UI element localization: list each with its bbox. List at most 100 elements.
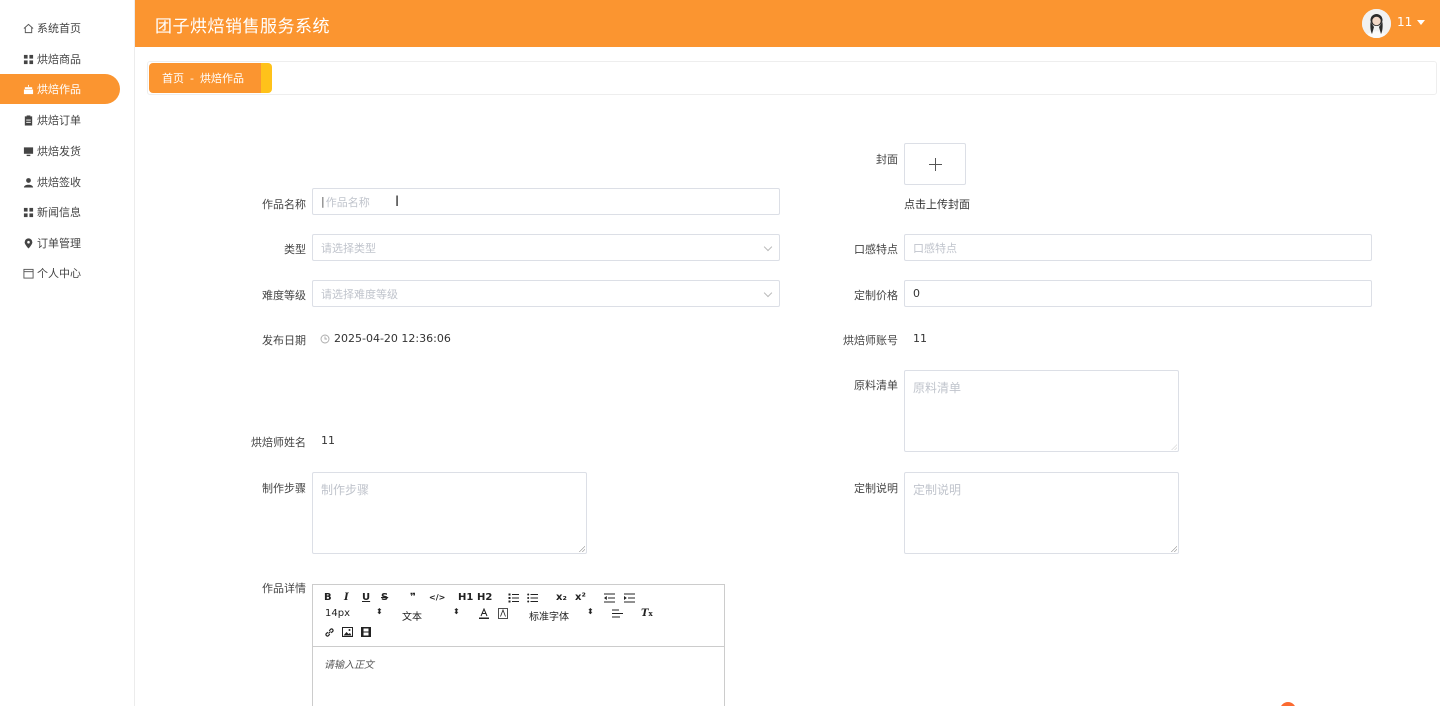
bold-button[interactable]: B: [324, 592, 332, 603]
ordered-list-icon[interactable]: [508, 593, 519, 603]
chevron-down-icon: [763, 288, 773, 298]
sidebar-item-label: 烘焙发货: [37, 145, 81, 158]
baker-name-value: 11: [321, 434, 335, 447]
chevron-updown-icon: ⬍: [376, 607, 383, 616]
resize-handle[interactable]: [1171, 546, 1177, 552]
resize-handle[interactable]: [1171, 444, 1177, 450]
cover-upload-hint[interactable]: 点击上传封面: [904, 196, 970, 212]
image-icon[interactable]: [342, 627, 353, 637]
subscript-button[interactable]: x₂: [556, 592, 567, 603]
cover-label: 封面: [876, 153, 898, 166]
publish-date-value: 2025-04-20 12:36:06: [320, 332, 451, 345]
cake-icon: [23, 84, 34, 94]
italic-button[interactable]: I: [344, 592, 349, 603]
sidebar-item-label: 新闻信息: [37, 206, 81, 219]
custom-note-textarea[interactable]: 定制说明: [904, 472, 1179, 554]
code-button[interactable]: </>: [429, 593, 445, 602]
grid-icon: [23, 54, 34, 64]
sidebar-item-label: 烘焙作品: [37, 83, 81, 96]
price-input[interactable]: 0: [904, 280, 1372, 307]
sidebar-item-home[interactable]: 系统首页: [0, 13, 120, 43]
sidebar-item-order-management[interactable]: 订单管理: [0, 228, 120, 258]
difficulty-select[interactable]: 请选择难度等级: [312, 280, 780, 307]
editor-content[interactable]: 请输入正文: [313, 647, 724, 680]
chevron-updown-icon: ⬍: [453, 607, 460, 616]
price-label: 定制价格: [854, 289, 898, 302]
sidebar-item-label: 烘焙订单: [37, 114, 81, 127]
superscript-button[interactable]: x²: [575, 592, 586, 603]
sidebar-item-bakery-receipt[interactable]: 烘焙签收: [0, 167, 120, 197]
breadcrumb-home[interactable]: 首页: [162, 70, 184, 86]
sidebar-item-bakery-works[interactable]: 烘焙作品: [0, 74, 120, 104]
block-type-select[interactable]: 文本: [402, 608, 422, 623]
text-cursor: |: [321, 195, 325, 208]
avatar[interactable]: [1362, 9, 1391, 38]
sidebar-item-bakery-shipping[interactable]: 烘焙发货: [0, 136, 120, 166]
breadcrumb-bar: 首页 - 烘焙作品: [147, 61, 1437, 95]
text-color-icon[interactable]: [479, 608, 489, 619]
sidebar-item-label: 烘焙商品: [37, 53, 81, 66]
ingredients-label: 原料清单: [854, 379, 898, 392]
i-beam-cursor-icon: I: [395, 194, 400, 210]
ingredients-textarea[interactable]: 原料清单: [904, 370, 1179, 452]
publish-date-label: 发布日期: [262, 334, 306, 347]
home-icon: [23, 23, 34, 33]
taste-input[interactable]: 口感特点: [904, 234, 1372, 261]
h1-button[interactable]: H1: [458, 592, 473, 603]
sidebar-item-label: 烘焙签收: [37, 176, 81, 189]
resize-handle[interactable]: [579, 546, 585, 552]
steps-label: 制作步骤: [262, 482, 306, 495]
underline-button[interactable]: U: [362, 592, 370, 603]
floating-action-button[interactable]: [1280, 702, 1296, 706]
monitor-icon: [23, 146, 34, 156]
sidebar-item-news[interactable]: 新闻信息: [0, 197, 120, 227]
type-select[interactable]: 请选择类型: [312, 234, 780, 261]
strike-button[interactable]: S: [381, 592, 388, 603]
app-title: 团子烘焙销售服务系统: [155, 17, 330, 37]
cover-upload[interactable]: [904, 143, 966, 185]
font-family-select[interactable]: 标准字体: [529, 608, 569, 623]
baker-account-label: 烘焙师账号: [843, 334, 898, 347]
sidebar-item-label: 系统首页: [37, 22, 81, 35]
custom-note-label: 定制说明: [854, 482, 898, 495]
clock-icon: [320, 334, 330, 343]
font-size-select[interactable]: 14px: [325, 608, 350, 619]
taste-label: 口感特点: [854, 243, 898, 256]
grid-icon: [23, 207, 34, 217]
breadcrumb: 首页 - 烘焙作品: [149, 63, 261, 93]
user-icon: [23, 177, 34, 188]
steps-textarea[interactable]: 制作步骤: [312, 472, 587, 554]
chevron-updown-icon: ⬍: [587, 607, 594, 616]
editor-toolbar: B I U S ❞ </> H1 H2 x₂ x² 14px ⬍ 文本 ⬍ 标准…: [313, 585, 724, 647]
align-left-icon[interactable]: [612, 609, 623, 618]
link-icon[interactable]: [324, 627, 335, 638]
sidebar-item-bakery-orders[interactable]: 烘焙订单: [0, 105, 120, 135]
name-input[interactable]: | 作品名称 I: [312, 188, 780, 215]
clear-format-icon[interactable]: Tx: [641, 608, 653, 619]
sidebar-item-bakery-products[interactable]: 烘焙商品: [0, 44, 120, 74]
h2-button[interactable]: H2: [477, 592, 492, 603]
plus-icon-vertical: [935, 158, 936, 171]
breadcrumb-separator: -: [190, 71, 194, 85]
rich-text-editor: B I U S ❞ </> H1 H2 x₂ x² 14px ⬍ 文本 ⬍ 标准…: [312, 584, 725, 706]
blockquote-button[interactable]: ❞: [410, 592, 416, 603]
clipboard-icon: [24, 114, 33, 126]
baker-name-label: 烘焙师姓名: [251, 436, 306, 449]
breadcrumb-accent: [261, 63, 272, 93]
chevron-down-icon: [763, 242, 773, 252]
sidebar-item-personal-center[interactable]: 个人中心: [0, 258, 120, 288]
sidebar-item-label: 订单管理: [37, 237, 81, 250]
video-icon[interactable]: [361, 627, 371, 637]
outdent-icon[interactable]: [604, 593, 615, 603]
sidebar-item-label: 个人中心: [37, 267, 81, 280]
username[interactable]: 11: [1397, 15, 1412, 29]
difficulty-label: 难度等级: [262, 289, 306, 302]
type-label: 类型: [284, 243, 306, 256]
indent-icon[interactable]: [624, 593, 635, 603]
sidebar: 系统首页 烘焙商品 烘焙作品 烘焙订单 烘焙发货 烘焙签收 新闻信息 订单管理: [0, 0, 135, 706]
top-header: 团子烘焙销售服务系统 11: [135, 0, 1440, 47]
bullet-list-icon[interactable]: [527, 593, 538, 603]
background-color-icon[interactable]: [498, 608, 508, 619]
baker-account-value: 11: [913, 332, 927, 345]
chevron-down-icon[interactable]: [1417, 20, 1425, 25]
